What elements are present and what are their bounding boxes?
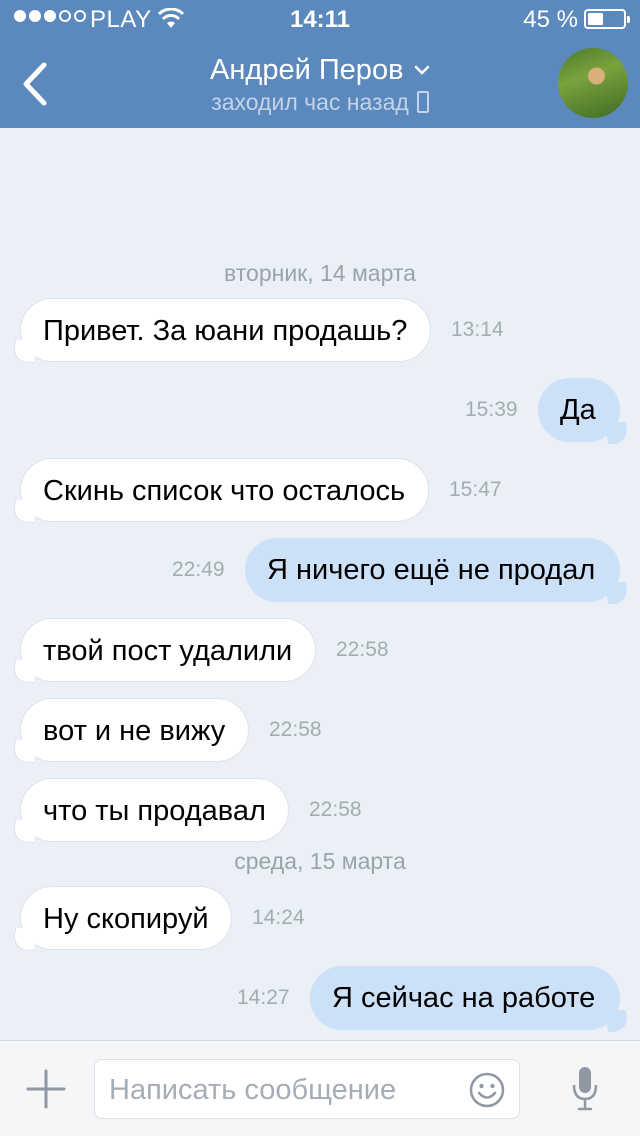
message-bubble[interactable]: Я ничего ещё не продал	[245, 538, 620, 602]
message-input[interactable]	[109, 1070, 459, 1110]
message-bubble[interactable]: Да	[538, 378, 620, 442]
outgoing-message[interactable]: Да 15:39	[0, 378, 640, 442]
message-time: 13:14	[451, 318, 504, 341]
avatar[interactable]	[558, 48, 628, 118]
incoming-message[interactable]: твой пост удалили 22:58	[0, 618, 640, 682]
contact-name: Андрей Перов	[210, 54, 404, 86]
status-bar: PLAY 14:11 45 %	[0, 0, 640, 40]
incoming-message[interactable]: Ну скопируй 14:24	[0, 886, 640, 950]
header: PLAY 14:11 45 % Андрей Перов заходил час…	[0, 0, 640, 128]
message-time: 22:49	[172, 558, 225, 581]
incoming-message[interactable]: вот и не вижу 22:58	[0, 698, 640, 762]
last-seen-status: заходил час назад	[150, 89, 490, 116]
message-bubble[interactable]: Ну скопируй	[20, 886, 232, 950]
message-bubble[interactable]: твой пост удалили	[20, 618, 316, 682]
message-list[interactable]: вторник, 14 марта Привет. За юани продашь…	[0, 128, 640, 1040]
message-bubble[interactable]: что ты продавал	[20, 778, 289, 842]
phone-icon	[416, 91, 429, 113]
emoji-button[interactable]	[469, 1072, 505, 1108]
back-button[interactable]	[10, 56, 60, 112]
incoming-message[interactable]: Скинь список что осталось 15:47	[0, 458, 640, 522]
last-seen-text: заходил час назад	[211, 89, 409, 115]
attach-button[interactable]	[24, 1067, 68, 1111]
message-time: 22:58	[269, 718, 322, 741]
outgoing-message[interactable]: Я сейчас на работе 14:27	[0, 966, 640, 1030]
message-bubble[interactable]: Скинь список что осталось	[20, 458, 429, 522]
chevron-down-icon	[414, 62, 430, 80]
voice-message-button[interactable]	[570, 1065, 600, 1113]
microphone-icon	[572, 1067, 598, 1111]
smiley-icon	[469, 1072, 505, 1108]
message-time: 14:24	[252, 906, 305, 929]
chevron-left-icon	[23, 62, 47, 106]
incoming-message[interactable]: Привет. За юани продашь? 13:14	[0, 298, 640, 362]
chat-title[interactable]: Андрей Перов заходил час назад	[150, 54, 490, 116]
message-time: 15:39	[465, 398, 518, 421]
incoming-message[interactable]: что ты продавал 22:58	[0, 778, 640, 842]
date-separator: среда, 15 марта	[234, 848, 406, 874]
battery-percent: 45 %	[523, 6, 578, 33]
plus-icon	[26, 1069, 66, 1109]
message-bubble[interactable]: Я сейчас на работе	[310, 966, 620, 1030]
outgoing-message[interactable]: Я ничего ещё не продал 22:49	[0, 538, 640, 602]
message-time: 22:58	[309, 798, 362, 821]
composer	[0, 1040, 640, 1136]
message-input-box[interactable]	[94, 1059, 520, 1119]
date-separator: вторник, 14 марта	[224, 260, 416, 286]
message-bubble[interactable]: Привет. За юани продашь?	[20, 298, 431, 362]
message-time: 14:27	[237, 986, 290, 1009]
message-time: 15:47	[449, 478, 502, 501]
message-time: 22:58	[336, 638, 389, 661]
battery-icon	[584, 9, 630, 29]
message-bubble[interactable]: вот и не вижу	[20, 698, 249, 762]
